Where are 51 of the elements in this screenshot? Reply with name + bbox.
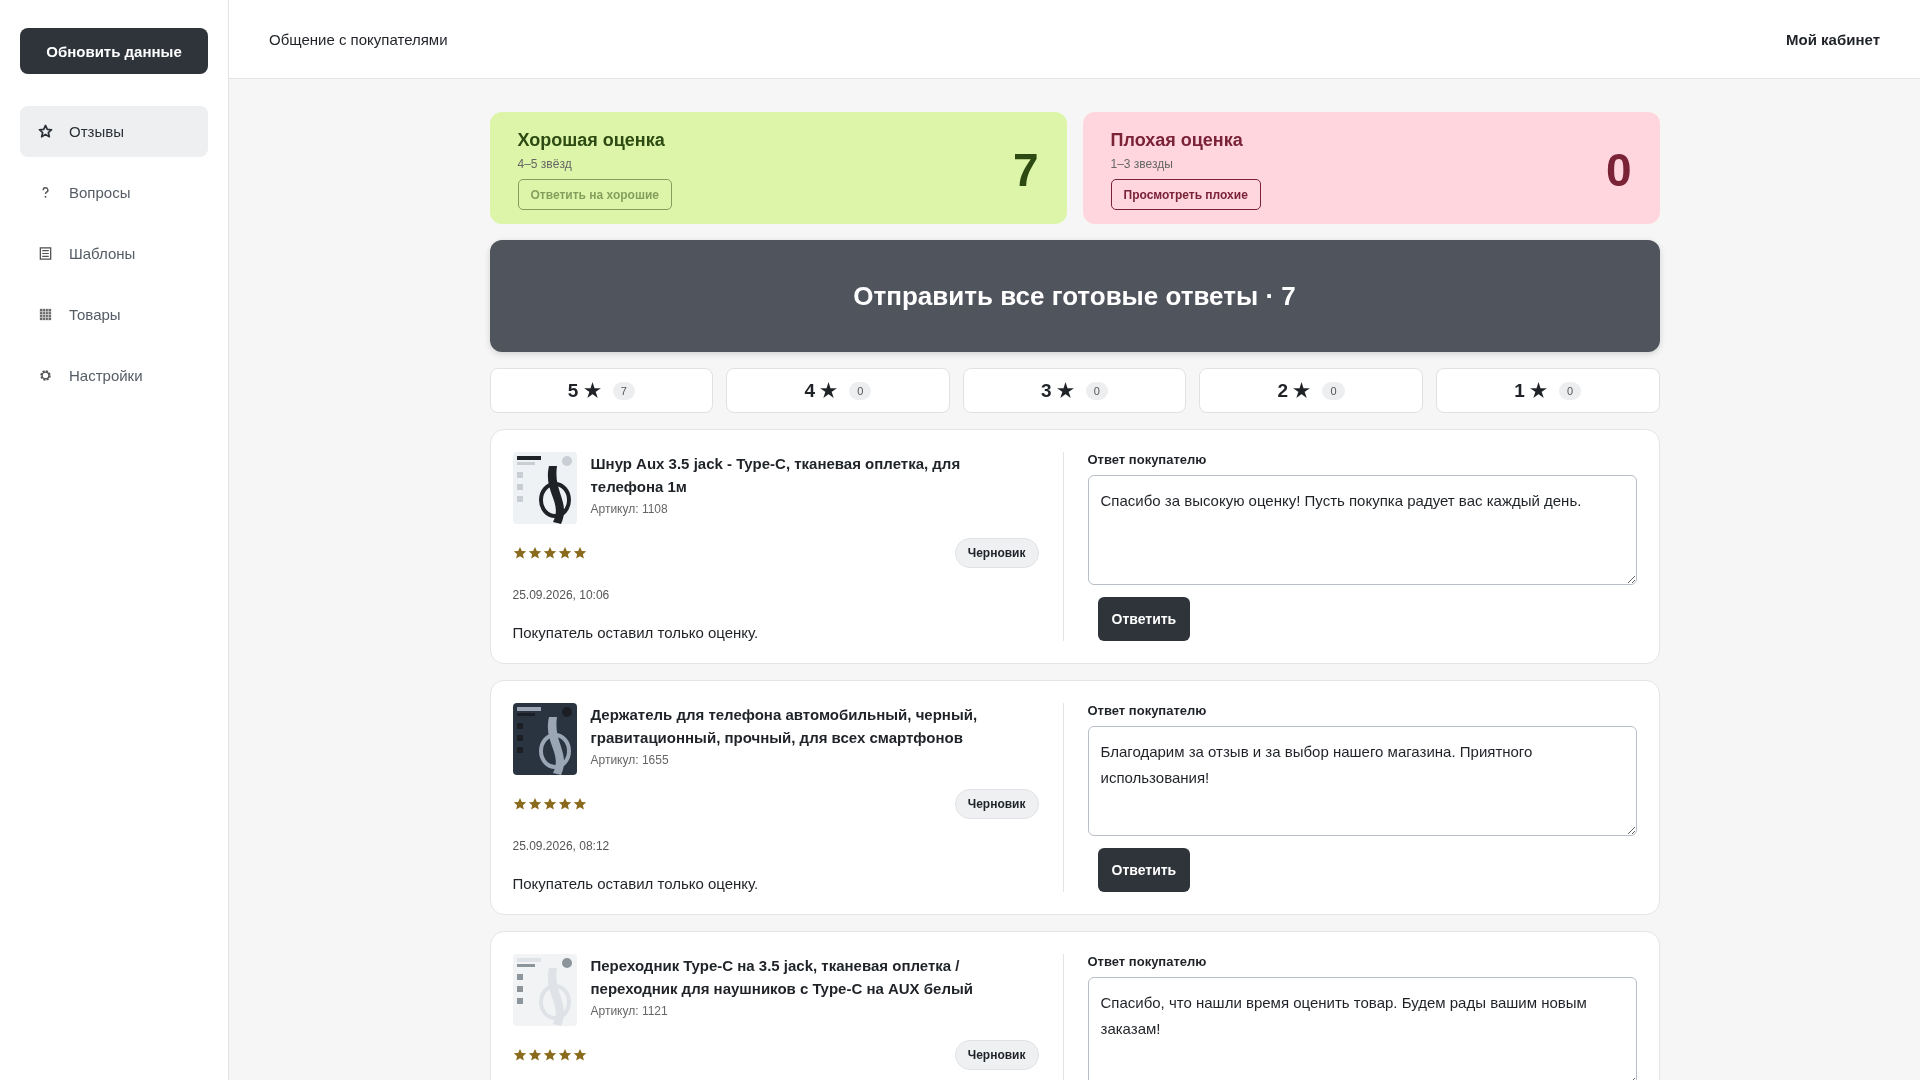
rating-tab[interactable]: 2 ★ 0 <box>1199 368 1423 413</box>
review-count: 0 <box>1605 143 1632 197</box>
grid-icon <box>38 307 53 322</box>
count-badge: 0 <box>1559 381 1582 400</box>
count-badge: 0 <box>849 381 872 400</box>
list-icon <box>38 246 53 261</box>
review-text: Покупатель оставил только оценку. <box>512 624 760 641</box>
reply-field[interactable]: Спасибо, что нашли время оценить товар. Будем рады вашим новым заказам! <box>1087 977 1637 1080</box>
reply-button[interactable]: Ответить <box>1097 848 1191 892</box>
page-title: Общение с покупателями <box>269 30 448 48</box>
rating-tab[interactable]: 1 ★ 0 <box>1435 368 1660 413</box>
count-badge: 0 <box>1322 381 1345 400</box>
product-name: Шнур Aux 3.5 jack - Type-C, тканевая оплетка, для телефона 1м <box>590 454 962 497</box>
count-badge: 7 <box>612 381 635 400</box>
card-subtitle: 4–5 звёзд <box>517 157 572 171</box>
card-title: Плохая оценка <box>1110 130 1243 151</box>
reply-field[interactable]: Спасибо за высокую оценку! Пусть покупка радует вас каждый день. <box>1087 475 1637 585</box>
reply-field[interactable]: Благодарим за отзыв и за выбор нашего магазина. Приятного использования! <box>1087 726 1637 836</box>
product-name: Держатель для телефона автомобильный, черный, гравитационный, прочный, для всех смартфонов <box>590 705 979 748</box>
review-date: 25.09.2026, 08:12 <box>512 839 611 853</box>
status-badge: Черновик <box>954 789 1039 819</box>
rating-tab[interactable]: 3 ★ 0 <box>962 368 1187 413</box>
review-date: 25.09.2026, 10:06 <box>512 588 611 602</box>
card-button[interactable]: Просмотреть плохие <box>1110 179 1261 210</box>
review-count: 7 <box>1012 143 1039 197</box>
count-badge: 0 <box>1085 381 1108 400</box>
article-number: Артикул: 1655 <box>590 753 670 767</box>
status-badge: Черновик <box>954 1040 1039 1070</box>
field-label: Ответ покупателю <box>1087 954 1207 969</box>
review-text: Покупатель оставил только оценку. <box>512 875 760 892</box>
reply-button[interactable]: Ответить <box>1097 597 1191 641</box>
sidebar-item[interactable]: Настройки <box>20 350 208 401</box>
article-number: Артикул: 1121 <box>590 1004 669 1018</box>
card-title: Хорошая оценка <box>517 130 665 151</box>
sidebar-item[interactable]: Вопросы <box>20 167 208 218</box>
send-all-button[interactable]: Отправить все готовые ответы · 7 <box>489 240 1660 352</box>
sidebar-item[interactable]: Отзывы <box>20 106 208 157</box>
field-label: Ответ покупателю <box>1087 452 1207 467</box>
card-subtitle: 1–3 звезды <box>1110 157 1173 171</box>
star-icon <box>38 124 53 139</box>
sidebar-item[interactable]: Товары <box>20 289 208 340</box>
article-number: Артикул: 1108 <box>590 502 669 516</box>
rating-tab[interactable]: 5 ★ 7 <box>489 368 714 413</box>
field-label: Ответ покупателю <box>1087 703 1207 718</box>
sidebar-item[interactable]: Шаблоны <box>20 228 208 279</box>
product-name: Переходник Type-C на 3.5 jack, тканевая оплетка / переходник для наушников с Type-C на AUX белый <box>590 956 974 999</box>
refresh-button[interactable]: Обновить данные <box>20 28 208 74</box>
rating-tab[interactable]: 4 ★ 0 <box>726 368 950 413</box>
account-link[interactable]: Мой кабинет <box>1786 30 1880 48</box>
settings-icon <box>38 368 53 383</box>
status-badge: Черновик <box>954 538 1039 568</box>
